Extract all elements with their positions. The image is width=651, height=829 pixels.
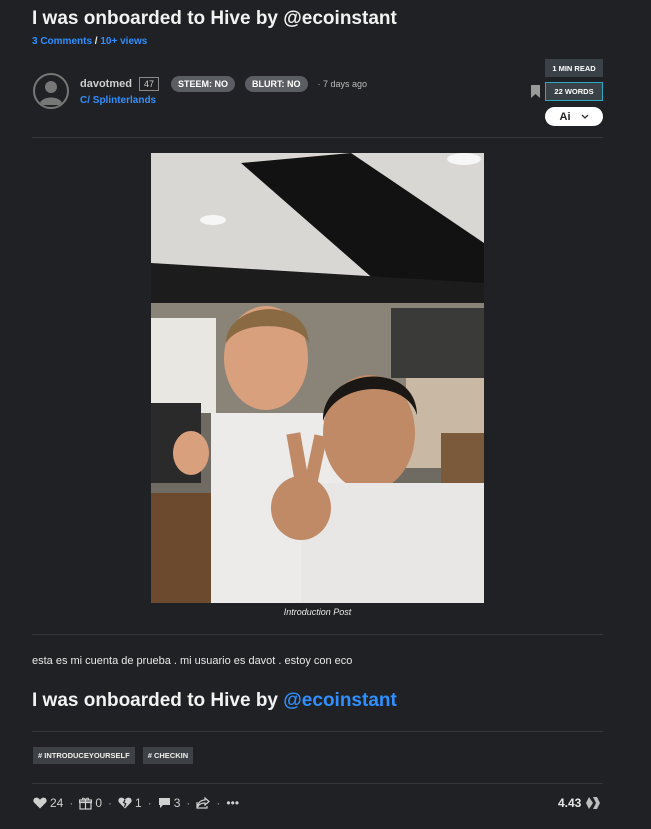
gift-count: 0 bbox=[95, 796, 103, 810]
comments-link[interactable]: 3 Comments bbox=[32, 36, 92, 47]
heart-icon[interactable] bbox=[33, 797, 47, 809]
community-link[interactable]: C/ Splinterlands bbox=[80, 95, 156, 106]
sep-dot: · bbox=[186, 796, 191, 810]
share-icon[interactable] bbox=[196, 797, 211, 809]
read-time-badge: 1 MIN READ bbox=[545, 59, 603, 77]
blurt-pill[interactable]: BLURT: NO bbox=[245, 76, 308, 92]
mention-link[interactable]: @ecoinstant bbox=[283, 690, 397, 711]
post-actions: 24 · 0 · 1 · 3 · · ••• bbox=[33, 796, 239, 810]
ai-label: Ai bbox=[559, 110, 571, 123]
sep-dot: · bbox=[69, 796, 74, 810]
broken-heart-icon[interactable] bbox=[118, 797, 132, 809]
comment-count: 3 bbox=[173, 796, 181, 810]
heading-text: I was onboarded to Hive by bbox=[32, 690, 284, 711]
more-options-button[interactable]: ••• bbox=[226, 796, 239, 810]
tags-divider bbox=[32, 731, 603, 732]
author-row: davotmed 47 STEEM: NO BLURT: NO · 7 days… bbox=[80, 76, 367, 92]
image-caption: Introduction Post bbox=[283, 607, 352, 617]
tag-checkin[interactable]: # CHECKIN bbox=[142, 747, 194, 764]
author-name[interactable]: davotmed bbox=[80, 78, 132, 90]
selfie-photo bbox=[151, 153, 484, 603]
payout-value: 4.43 bbox=[558, 796, 582, 810]
author-avatar[interactable] bbox=[33, 73, 69, 109]
payout-amount[interactable]: 4.43 bbox=[558, 796, 601, 810]
sep-dot: · bbox=[216, 796, 221, 810]
bookmark-icon[interactable] bbox=[531, 85, 540, 98]
steem-pill[interactable]: STEEM: NO bbox=[170, 76, 235, 92]
sep-dot: · bbox=[147, 796, 152, 810]
views-link[interactable]: 10+ views bbox=[100, 36, 147, 47]
ai-dropdown-button[interactable]: Ai bbox=[545, 107, 603, 126]
word-count-badge: 22 WORDS bbox=[545, 82, 603, 101]
post-body-text: esta es mi cuenta de prueba . mi usuario… bbox=[32, 655, 353, 667]
content-divider bbox=[32, 634, 603, 635]
upvote-count: 24 bbox=[50, 796, 64, 810]
post-heading: I was onboarded to Hive by @ecoinstant bbox=[32, 690, 397, 712]
post-meta-links: 3 Comments / 10+ views bbox=[32, 36, 147, 47]
post-image[interactable] bbox=[151, 153, 484, 603]
chevron-down-icon bbox=[581, 114, 588, 119]
avatar-placeholder-icon bbox=[39, 81, 63, 105]
gift-icon[interactable] bbox=[79, 797, 93, 810]
post-title: I was onboarded to Hive by @ecoinstant bbox=[32, 8, 397, 29]
downvote-count: 1 bbox=[135, 796, 142, 810]
post-time: · 7 days ago bbox=[317, 79, 368, 89]
hive-logo-icon bbox=[586, 797, 601, 809]
comment-icon[interactable] bbox=[158, 797, 171, 809]
header-divider bbox=[32, 137, 603, 138]
tag-introduceyourself[interactable]: # INTRODUCEYOURSELF bbox=[33, 747, 135, 764]
footer-divider bbox=[32, 783, 603, 784]
tag-list: # INTRODUCEYOURSELF # CHECKIN bbox=[33, 747, 194, 764]
sep-dot: · bbox=[108, 796, 113, 810]
author-reputation: 47 bbox=[138, 77, 159, 91]
